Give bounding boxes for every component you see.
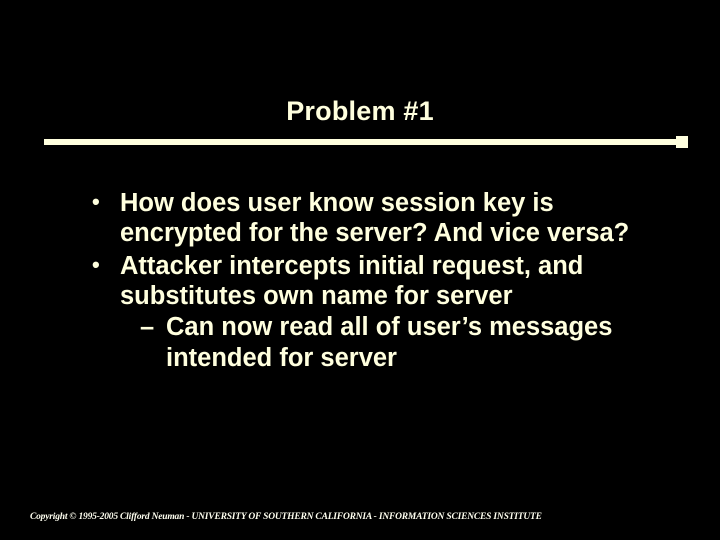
- title-wrap: Problem #1: [0, 96, 720, 127]
- slide-title: Problem #1: [0, 96, 720, 127]
- slide: Problem #1 How does user know session ke…: [0, 0, 720, 540]
- bullet-text: Attacker intercepts initial request, and…: [120, 252, 583, 310]
- bullet-list: How does user know session key is encryp…: [88, 188, 648, 373]
- sub-bullet-list: Can now read all of user’s messages inte…: [120, 312, 648, 373]
- sub-bullet-text: Can now read all of user’s messages inte…: [166, 313, 612, 371]
- list-item: Can now read all of user’s messages inte…: [140, 312, 648, 373]
- bullet-text: How does user know session key is encryp…: [120, 189, 629, 247]
- list-item: Attacker intercepts initial request, and…: [88, 251, 648, 373]
- title-rule-cap: [676, 136, 688, 148]
- copyright-footer: Copyright © 1995-2005 Clifford Neuman - …: [30, 512, 690, 522]
- title-rule: [44, 139, 676, 145]
- content-area: How does user know session key is encryp…: [88, 188, 648, 375]
- list-item: How does user know session key is encryp…: [88, 188, 648, 249]
